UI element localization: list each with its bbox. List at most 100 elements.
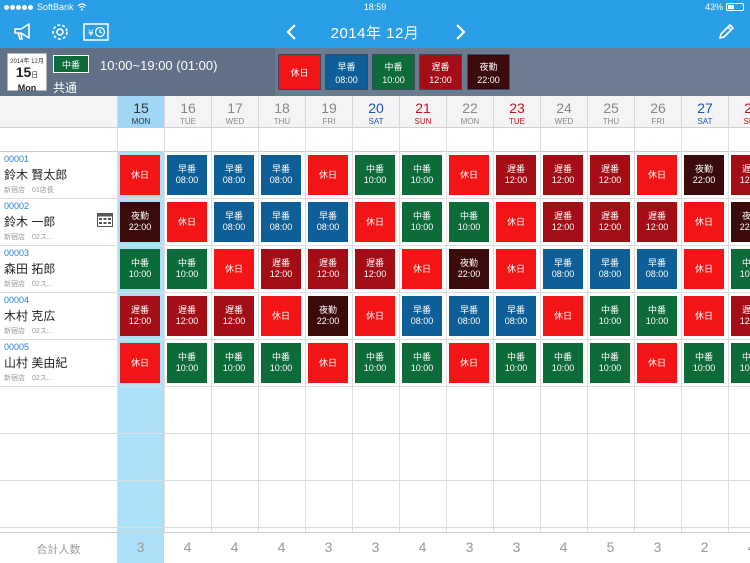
day-header[interactable]: 26 FRI: [634, 96, 681, 128]
shift-cell[interactable]: 中番10:00: [543, 343, 583, 383]
shift-cell[interactable]: 遅番12:00: [590, 202, 630, 242]
shift-cell[interactable]: 休日: [637, 155, 677, 195]
shift-cell[interactable]: 休日: [355, 202, 395, 242]
shift-cell[interactable]: 遅番12:00: [261, 249, 301, 289]
shift-cell[interactable]: 中番10:00: [449, 202, 489, 242]
shift-cell[interactable]: 遅番12:00: [496, 155, 536, 195]
legend-shift[interactable]: 夜勤 22:00: [467, 54, 510, 90]
day-header[interactable]: 25 THU: [587, 96, 634, 128]
shift-cell[interactable]: 休日: [684, 296, 724, 336]
shift-cell[interactable]: 夜勤22:00: [308, 296, 348, 336]
shift-cell[interactable]: 中番10:00: [167, 249, 207, 289]
shift-cell[interactable]: 遅番12:00: [167, 296, 207, 336]
next-month-button[interactable]: [451, 20, 471, 44]
shift-cell[interactable]: 遅番12:00: [637, 202, 677, 242]
shift-cell[interactable]: 早番 08:00: [449, 296, 489, 336]
shift-cell[interactable]: 休日: [684, 249, 724, 289]
shift-cell[interactable]: 早番 08:00: [590, 249, 630, 289]
shift-cell[interactable]: 遅番12:00: [120, 296, 160, 336]
shift-cell[interactable]: 夜勤22:00: [731, 202, 750, 242]
employee-row-header[interactable]: 00001 鈴木 賢太郎 新宿店 01店長: [0, 152, 117, 199]
shift-cell[interactable]: 夜勤22:00: [684, 155, 724, 195]
legend-shift[interactable]: 休日: [278, 54, 321, 90]
shift-cell[interactable]: 中番10:00: [637, 296, 677, 336]
shift-cell[interactable]: 中番10:00: [496, 343, 536, 383]
day-header[interactable]: 15 MON: [117, 96, 164, 128]
shift-cell[interactable]: 休日: [449, 343, 489, 383]
shift-cell[interactable]: 中番10:00: [402, 343, 442, 383]
day-header[interactable]: 16 TUE: [164, 96, 211, 128]
shift-cell[interactable]: 遅番12:00: [543, 155, 583, 195]
shift-cell[interactable]: 中番10:00: [590, 343, 630, 383]
shift-time: 22:00: [457, 269, 481, 279]
shift-cell[interactable]: 遅番12:00: [214, 296, 254, 336]
day-header[interactable]: 24 WED: [540, 96, 587, 128]
shift-cell[interactable]: 早番 08:00: [214, 202, 254, 242]
shift-cell[interactable]: 早番 08:00: [167, 155, 207, 195]
shift-cell[interactable]: 遅番12:00: [590, 155, 630, 195]
shift-cell[interactable]: 休日: [308, 343, 348, 383]
shift-cell[interactable]: 休日: [355, 296, 395, 336]
shift-cell[interactable]: 中番10:00: [167, 343, 207, 383]
shift-cell[interactable]: 早番 08:00: [214, 155, 254, 195]
shift-cell[interactable]: 休日: [214, 249, 254, 289]
shift-cell[interactable]: 中番10:00: [355, 155, 395, 195]
shift-cell[interactable]: 早番 08:00: [543, 249, 583, 289]
shift-cell[interactable]: 遅番12:00: [308, 249, 348, 289]
shift-cell[interactable]: 休日: [496, 249, 536, 289]
shift-cell[interactable]: 中番10:00: [261, 343, 301, 383]
shift-cell[interactable]: 夜勤22:00: [449, 249, 489, 289]
shift-cell[interactable]: 遅番12:00: [355, 249, 395, 289]
employee-row-header[interactable]: 00003 森田 拓郎 新宿店 02ス...: [0, 246, 117, 293]
shift-cell[interactable]: 休日: [167, 202, 207, 242]
shift-cell[interactable]: 休日: [120, 155, 160, 195]
shift-cell[interactable]: 休日: [308, 155, 348, 195]
current-shift-badge: 中番: [53, 55, 89, 73]
shift-cell[interactable]: 休日: [496, 202, 536, 242]
edit-button[interactable]: [714, 20, 738, 44]
shift-cell[interactable]: 早番 08:00: [496, 296, 536, 336]
shift-cell[interactable]: 遅番12:00: [543, 202, 583, 242]
shift-cell[interactable]: 中番10:00: [684, 343, 724, 383]
shift-cell[interactable]: 遅番12:00: [731, 296, 750, 336]
shift-cell[interactable]: 早番 08:00: [308, 202, 348, 242]
shift-cell[interactable]: 中番10:00: [731, 343, 750, 383]
legend-shift[interactable]: 早番 08:00: [325, 54, 368, 90]
legend-shift[interactable]: 中番 10:00: [372, 54, 415, 90]
employee-row-header[interactable]: 00004 木村 克広 新宿店 02ス...: [0, 293, 117, 340]
shift-cell[interactable]: 夜勤22:00: [120, 202, 160, 242]
shift-cell[interactable]: 中番10:00: [120, 249, 160, 289]
shift-cell[interactable]: 休日: [637, 343, 677, 383]
day-header[interactable]: 28SUN: [728, 96, 750, 128]
shift-cell[interactable]: 休日: [402, 249, 442, 289]
employee-row-header[interactable]: 00005 山村 美由紀 新宿店 02ス...: [0, 340, 117, 387]
shift-cell[interactable]: 中番10:00: [402, 155, 442, 195]
shift-cell[interactable]: 休日: [543, 296, 583, 336]
calendar-icon[interactable]: [97, 213, 113, 232]
shift-cell[interactable]: 中番10:00: [731, 249, 750, 289]
shift-cell[interactable]: 遅番12:00: [731, 155, 750, 195]
day-header[interactable]: 20 SAT: [352, 96, 399, 128]
shift-cell[interactable]: 休日: [120, 343, 160, 383]
date-badge[interactable]: 2014年 12月 15日 Mon: [7, 53, 47, 93]
shift-cell[interactable]: 中番10:00: [214, 343, 254, 383]
day-header[interactable]: 21 SUN: [399, 96, 446, 128]
shift-cell[interactable]: 休日: [261, 296, 301, 336]
day-header[interactable]: 19 FRI: [305, 96, 352, 128]
shift-cell[interactable]: 早番 08:00: [402, 296, 442, 336]
shift-cell[interactable]: 中番10:00: [590, 296, 630, 336]
shift-cell[interactable]: 中番10:00: [402, 202, 442, 242]
shift-cell[interactable]: 早番 08:00: [261, 155, 301, 195]
day-header[interactable]: 22 MON: [446, 96, 493, 128]
shift-cell[interactable]: 中番10:00: [355, 343, 395, 383]
legend-shift[interactable]: 遅番 12:00: [419, 54, 462, 90]
day-header[interactable]: 27 SAT: [681, 96, 728, 128]
employee-row-header[interactable]: 00002 鈴木 一郎 新宿店 02ス...: [0, 199, 117, 246]
shift-cell[interactable]: 早番 08:00: [637, 249, 677, 289]
shift-cell[interactable]: 休日: [684, 202, 724, 242]
shift-cell[interactable]: 早番 08:00: [261, 202, 301, 242]
shift-cell[interactable]: 休日: [449, 155, 489, 195]
day-header[interactable]: 18 THU: [258, 96, 305, 128]
day-header[interactable]: 17 WED: [211, 96, 258, 128]
day-header[interactable]: 23 TUE: [493, 96, 540, 128]
